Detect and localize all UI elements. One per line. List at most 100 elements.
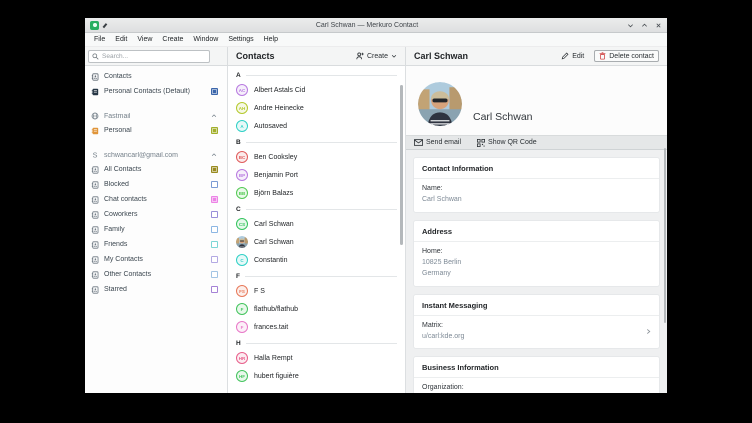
menu-create[interactable]: Create <box>157 36 188 43</box>
sidebar-item-contacts-root[interactable]: Contacts <box>85 69 227 84</box>
sidebar-section-fastmail-account[interactable]: Fastmail <box>85 109 227 123</box>
sidebar-header <box>85 47 227 65</box>
group-letter-H: H <box>228 336 405 349</box>
screen: Carl Schwan — Merkuro Contact File Edit Vi… <box>0 0 752 423</box>
collapse-chevron-icon[interactable] <box>211 113 217 119</box>
menu-file[interactable]: File <box>89 36 110 43</box>
sidebar-item-chat-contacts[interactable]: Chat contacts <box>85 192 227 207</box>
header-row: Contacts Create Carl Schwan <box>85 47 667 66</box>
show-qr-code-button[interactable]: Show QR Code <box>477 138 537 147</box>
edit-button[interactable]: Edit <box>561 52 584 60</box>
checkbox-starred[interactable] <box>211 286 218 293</box>
sidebar-item-fastmail-personal[interactable]: Personal <box>85 123 227 138</box>
checkbox-other-contacts[interactable] <box>211 271 218 278</box>
titlebar[interactable]: Carl Schwan — Merkuro Contact <box>85 18 667 33</box>
contact-row[interactable]: C Constantin <box>228 251 405 269</box>
checkbox-personal-contacts-default[interactable] <box>211 88 218 95</box>
sidebar-item-family[interactable]: Family <box>85 222 227 237</box>
sidebar-item-other-contacts[interactable]: Other Contacts <box>85 267 227 282</box>
group-rule <box>245 343 397 344</box>
contact-row[interactable]: AC Albert Astals Cid <box>228 81 405 99</box>
checkbox-my-contacts[interactable] <box>211 256 218 263</box>
contact-avatar: C <box>236 254 248 266</box>
card-title: Contact Information <box>414 158 659 179</box>
contact-row[interactable]: HF hubert figuière <box>228 367 405 385</box>
sidebar-item-label: Blocked <box>104 181 129 188</box>
contact-avatar: HF <box>236 370 248 382</box>
address-book-icon <box>91 285 99 294</box>
contacts-scrollbar[interactable] <box>400 85 403 245</box>
contact-row[interactable]: BB Björn Balazs <box>228 184 405 202</box>
menu-edit[interactable]: Edit <box>110 36 132 43</box>
send-email-label: Send email <box>426 139 462 146</box>
contact-row[interactable]: BC Ben Cooksley <box>228 148 405 166</box>
contact-row[interactable]: HR Halla Rempt <box>228 349 405 367</box>
contact-row[interactable]: BP Benjamin Port <box>228 166 405 184</box>
book-filled-icon <box>91 88 99 96</box>
sidebar-item-label: Chat contacts <box>104 196 147 203</box>
delete-contact-button[interactable]: Delete contact <box>594 50 659 62</box>
contact-display-name: Carl Schwan <box>473 111 533 123</box>
address-book-icon <box>91 72 99 81</box>
menu-help[interactable]: Help <box>259 36 283 43</box>
address-book-icon <box>91 195 99 204</box>
menu-view[interactable]: View <box>132 36 157 43</box>
contact-name: hubert figuière <box>254 372 299 380</box>
sidebar-item-blocked[interactable]: Blocked <box>85 177 227 192</box>
sidebar-item-coworkers[interactable]: Coworkers <box>85 207 227 222</box>
create-button[interactable]: Create <box>356 52 397 60</box>
close-button[interactable] <box>655 22 662 29</box>
checkbox-all-contacts[interactable] <box>211 166 218 173</box>
detail-panel-title: Carl Schwan <box>414 51 469 61</box>
collapse-chevron-icon[interactable] <box>211 152 217 158</box>
contact-row[interactable]: Ffrances.tait <box>228 318 405 336</box>
sidebar-item-all-contacts[interactable]: All Contacts <box>85 162 227 177</box>
card-row-value: Germany <box>422 269 451 277</box>
sidebar-item-my-contacts[interactable]: My Contacts <box>85 252 227 267</box>
contact-row[interactable]: FS F S <box>228 282 405 300</box>
trash-icon <box>599 52 606 60</box>
maximize-button[interactable] <box>641 22 648 29</box>
globe-icon <box>91 112 99 120</box>
checkbox-coworkers[interactable] <box>211 211 218 218</box>
contact-row[interactable]: A Autosaved <box>228 117 405 135</box>
sidebar-section-gmail-account[interactable]: Sschwancarl@gmail.com <box>85 148 227 162</box>
sidebar-item-friends[interactable]: Friends <box>85 237 227 252</box>
checkbox-chat-contacts[interactable] <box>211 196 218 203</box>
card-row-label: Home: <box>422 247 443 255</box>
sidebar-item-label: Coworkers <box>104 211 138 218</box>
contact-name: Andre Heinecke <box>254 104 304 112</box>
minimize-button[interactable] <box>627 22 634 29</box>
menu-window[interactable]: Window <box>188 36 223 43</box>
sidebar-item-personal-contacts-default[interactable]: Personal Contacts (Default) <box>85 84 227 99</box>
detail-panel-header: Carl Schwan Edit Delete contact <box>405 47 667 65</box>
card-row-value: u/carl:kde.org <box>422 332 465 340</box>
checkbox-family[interactable] <box>211 226 218 233</box>
group-letter-label: C <box>236 206 241 213</box>
card-contact-information: Contact Information Name: Carl Schwan <box>413 157 660 213</box>
checkbox-blocked[interactable] <box>211 181 218 188</box>
card-row[interactable]: Matrix: u/carl:kde.org <box>414 316 659 349</box>
contact-row[interactable]: Fflathub/flathub <box>228 300 405 318</box>
contact-avatar: F <box>236 303 248 315</box>
checkbox-fastmail-personal[interactable] <box>211 127 218 134</box>
sidebar-item-label: Contacts <box>104 73 132 80</box>
group-letter-A: A <box>228 68 405 81</box>
sidebar-item-starred[interactable]: Starred <box>85 282 227 297</box>
envelope-icon <box>414 139 423 146</box>
delete-contact-label: Delete contact <box>609 52 654 60</box>
card-row-value: 10825 Berlin <box>422 258 462 266</box>
contact-row[interactable]: Carl Schwan <box>228 233 405 251</box>
contact-row[interactable]: AH Andre Heinecke <box>228 99 405 117</box>
contact-row[interactable]: CS Carl Schwan <box>228 215 405 233</box>
sidebar-section-label: Fastmail <box>104 112 131 120</box>
send-email-button[interactable]: Send email <box>414 139 461 146</box>
search-input[interactable] <box>102 52 206 60</box>
checkbox-friends[interactable] <box>211 241 218 248</box>
detail-scrollbar[interactable] <box>664 148 666 323</box>
sidebar: Contacts Personal Contacts (Default) Fastm… <box>85 66 227 393</box>
svg-text:S: S <box>93 151 98 159</box>
menu-settings[interactable]: Settings <box>223 36 258 43</box>
address-book-icon <box>91 255 99 264</box>
